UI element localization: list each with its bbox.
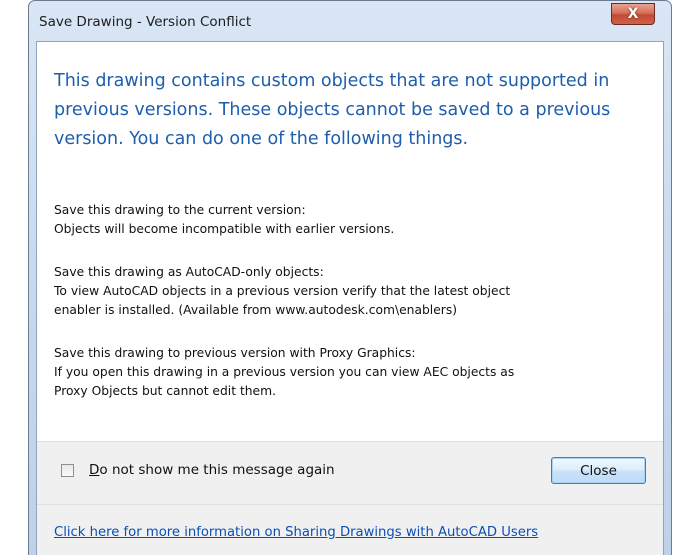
option-description: enabler is installed. (Available from ww… [54,303,458,317]
footer-area: Click here for more information on Shari… [37,504,663,555]
option-description: Proxy Objects but cannot edit them. [54,384,277,398]
dialog-title: Save Drawing - Version Conflict [39,14,252,30]
title-bar[interactable]: Save Drawing - Version Conflict X [29,1,671,41]
option-title: Save this drawing as AutoCAD-only object… [54,265,324,279]
button-bar: Do not show me this message again Close [37,441,663,504]
mnemonic-letter: D [89,462,100,478]
main-instruction: This drawing contains custom objects tha… [54,71,611,149]
option-proxy-graphics: Save this drawing to previous version wi… [54,344,654,401]
option-description: To view AutoCAD objects in a previous ve… [54,284,511,298]
window-close-button[interactable]: X [611,3,655,25]
dialog-window: Save Drawing - Version Conflict X This d… [28,0,672,555]
label-text: o not show me this message again [99,462,335,478]
dialog-content: This drawing contains custom objects tha… [36,41,664,555]
option-title: Save this drawing to previous version wi… [54,346,416,360]
close-icon: X [627,6,639,22]
option-current-version: Save this drawing to the current version… [54,201,654,239]
option-description: Objects will become incompatible with ea… [54,222,395,236]
dont-show-again-label[interactable]: Do not show me this message again [89,462,335,478]
more-info-link[interactable]: Click here for more information on Shari… [54,525,538,540]
dont-show-again-checkbox[interactable] [61,464,74,477]
option-title: Save this drawing to the current version… [54,203,306,217]
option-description: If you open this drawing in a previous v… [54,365,515,379]
option-autocad-only: Save this drawing as AutoCAD-only object… [54,263,654,320]
close-button[interactable]: Close [551,457,646,484]
